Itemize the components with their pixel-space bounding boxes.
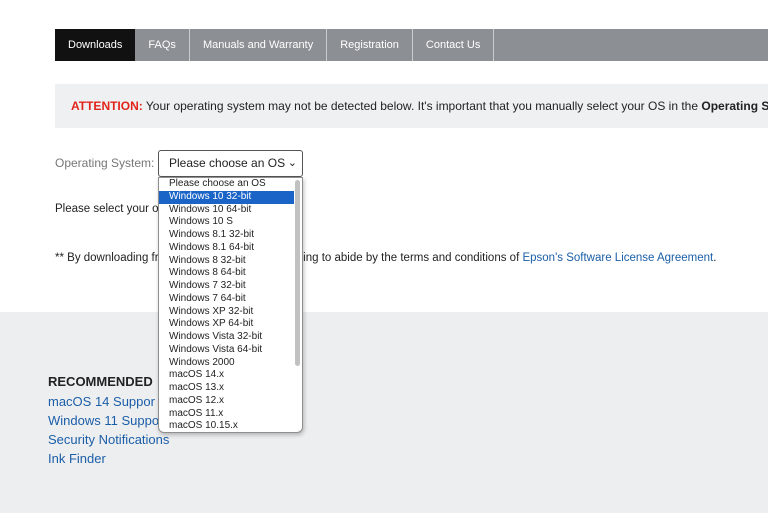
select-os-text: Please select your o [55, 203, 159, 215]
os-select-value: Please choose an OS [169, 156, 286, 170]
os-option[interactable]: Please choose an OS [159, 178, 294, 191]
recommended-heading: RECOMMENDED [48, 374, 153, 389]
os-option[interactable]: macOS 10.15.x [159, 420, 294, 432]
os-option[interactable]: Windows 10 S [159, 216, 294, 229]
os-option[interactable]: macOS 13.x [159, 382, 294, 395]
os-option[interactable]: Windows Vista 32-bit [159, 331, 294, 344]
license-agreement-link[interactable]: Epson's Software License Agreement [522, 252, 713, 264]
os-option[interactable]: Windows 8.1 64-bit [159, 242, 294, 255]
os-option[interactable]: macOS 14.x [159, 369, 294, 382]
os-option[interactable]: macOS 12.x [159, 395, 294, 408]
os-dropdown-list[interactable]: Please choose an OS Windows 10 32-bit Wi… [158, 177, 303, 433]
attention-bold-text: Operating Sys [701, 99, 768, 113]
tab-downloads[interactable]: Downloads [55, 29, 136, 61]
os-option-highlighted[interactable]: Windows 10 32-bit [159, 190, 294, 204]
os-option[interactable]: Windows XP 64-bit [159, 318, 294, 331]
os-option[interactable]: Windows 10 64-bit [159, 204, 294, 217]
tab-manuals-warranty[interactable]: Manuals and Warranty [190, 29, 328, 61]
os-option[interactable]: Windows 7 32-bit [159, 280, 294, 293]
os-option[interactable]: macOS 11.x [159, 408, 294, 421]
os-label: Operating System: [55, 156, 155, 170]
tab-faqs[interactable]: FAQs [135, 29, 190, 61]
nav-tabs: Downloads FAQs Manuals and Warranty Regi… [55, 29, 768, 61]
os-option[interactable]: Windows 2000 [159, 357, 294, 370]
os-option[interactable]: Windows 8 32-bit [159, 255, 294, 268]
tab-registration[interactable]: Registration [327, 29, 413, 61]
attention-banner: ATTENTION: Your operating system may not… [55, 84, 768, 128]
terms-text-start: ** By downloading fr [55, 252, 159, 264]
os-option[interactable]: Windows 7 64-bit [159, 293, 294, 306]
terms-text-middle: reeing to abide by the terms and conditi… [286, 252, 523, 264]
os-option[interactable]: Windows Vista 64-bit [159, 344, 294, 357]
os-option[interactable]: Windows 8.1 32-bit [159, 229, 294, 242]
recommended-link-macos14[interactable]: macOS 14 Suppor [48, 394, 155, 409]
download-terms-text: ** By downloading fr reeing to abide by t… [55, 252, 716, 264]
os-option[interactable]: Windows 8 64-bit [159, 267, 294, 280]
chevron-down-icon: ⌄ [287, 157, 297, 169]
dropdown-scrollbar[interactable] [295, 180, 300, 366]
recommended-link-security-notifications[interactable]: Security Notifications [48, 432, 169, 447]
terms-text-end: . [713, 252, 717, 264]
recommended-link-windows11[interactable]: Windows 11 Suppo [48, 413, 159, 428]
recommended-link-ink-finder[interactable]: Ink Finder [48, 451, 106, 466]
attention-text: Your operating system may not be detecte… [142, 99, 702, 113]
os-option[interactable]: Windows XP 32-bit [159, 306, 294, 319]
tab-contact-us[interactable]: Contact Us [413, 29, 495, 61]
os-select[interactable]: Please choose an OS ⌄ [158, 150, 303, 177]
attention-label: ATTENTION: [71, 99, 143, 113]
